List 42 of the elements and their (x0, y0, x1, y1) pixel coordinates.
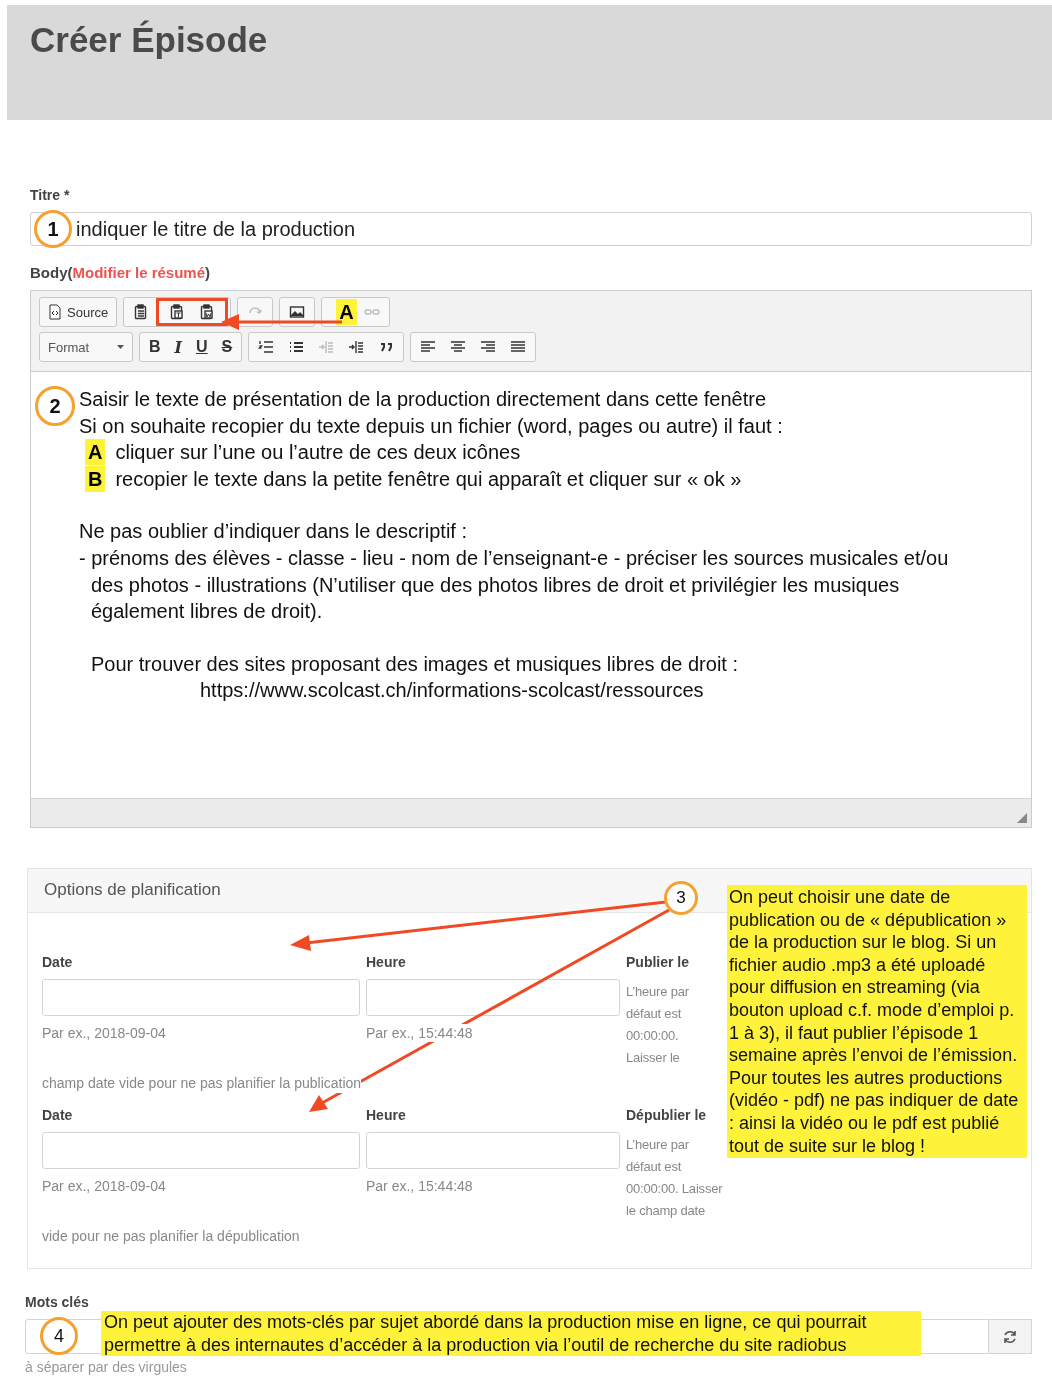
field-label: Date (42, 1106, 74, 1124)
strike-button[interactable]: S (214, 336, 240, 358)
field-label: Date (42, 953, 74, 971)
field-hint: Par ex., 15:44:48 (366, 1024, 473, 1042)
field-hint: à séparer par des virgules (25, 1359, 188, 1375)
number-marker: 2 (35, 386, 75, 426)
field-label: Heure (366, 953, 407, 971)
editor-text: Pour trouver des sites proposant des images et musiques libres de droit : (91, 651, 739, 677)
panel-title: Options de planification (44, 880, 221, 899)
letter-marker: A (336, 299, 357, 325)
editor-text: Saisir le texte de présentation de la production directement dans cette fenêtre (79, 387, 768, 412)
field-label: Titre * (30, 186, 71, 204)
field-label: Mots clés (25, 1293, 90, 1311)
note-tooltip: On peut ajouter des mots-clés par sujet abordé dans la production mise en ligne, ce qui pourrait permettre à des internautes d’accéder à la production via l’outil de recherche du site radiobus (101, 1311, 921, 1357)
editor-text: cliquer sur l’une ou l’autre de ces deux icônes (115, 440, 521, 466)
note-tooltip: On peut choisir une date de publication ou de « dépublication » de la production sur le blog. Si un fichier audio .mp3 a été uploadé pour diffusion en streaming (via bouton upload c.f. mode d’emploi p. 1 à 3), il faut publier l’épisode 1 semaine après l’envoi de l’émission. Pour toutes les autres productions (vidéo - pdf) ne pas indiquer de date : ainsi la vidéo ou le pdf est publié tout de suite sur le blog ! (727, 885, 1027, 1159)
page-title: Créer Épisode (30, 19, 269, 61)
editor-text: - prénoms des élèves - classe - lieu - nom de l’enseignant-e - préciser les sources musicales et/ou des photos - illustrations (N’utiliser que des photos libres de droit et privilégier les musiques également libres de droit). (79, 545, 950, 625)
date-field[interactable] (42, 979, 360, 1016)
editor-text: Si on souhaite recopier du texte depuis un fichier (word, pages ou autre) il faut : (79, 413, 783, 439)
refresh-icon (1002, 1328, 1018, 1345)
time-field[interactable] (366, 979, 620, 1016)
underline-button[interactable]: U (189, 336, 215, 358)
bold-button[interactable]: B (142, 336, 168, 358)
field-label: Dépublier le (626, 1106, 708, 1124)
letter-marker: B (85, 466, 106, 493)
date-field[interactable] (42, 1132, 360, 1169)
field-label: Publier le (626, 953, 690, 971)
body-label: Body(Modifier le résumé) (30, 264, 212, 282)
italic-button[interactable]: I (167, 336, 190, 358)
field-label: Heure (366, 1106, 407, 1124)
refresh-button[interactable] (989, 1319, 1032, 1354)
source-code-icon (48, 304, 62, 320)
time-field[interactable] (366, 1132, 620, 1169)
letter-marker: A (85, 439, 106, 466)
field-hint: L’heure par défaut est 00:00:00. Laisser le (626, 983, 690, 1067)
caret-icon (117, 345, 124, 349)
editor-text: Ne pas oublier d’indiquer dans le descriptif : (79, 519, 468, 545)
resize-handle-icon[interactable] (1017, 813, 1027, 823)
editor-text: recopier le texte dans la petite fenêtre qui apparaît et cliquer sur « ok » (115, 466, 742, 492)
field-hint: L’heure par défaut est 00:00:00. Laisser le champ date (626, 1136, 723, 1220)
editor-text: https://www.scolcast.ch/informations-scolcast/ressources (200, 678, 705, 704)
